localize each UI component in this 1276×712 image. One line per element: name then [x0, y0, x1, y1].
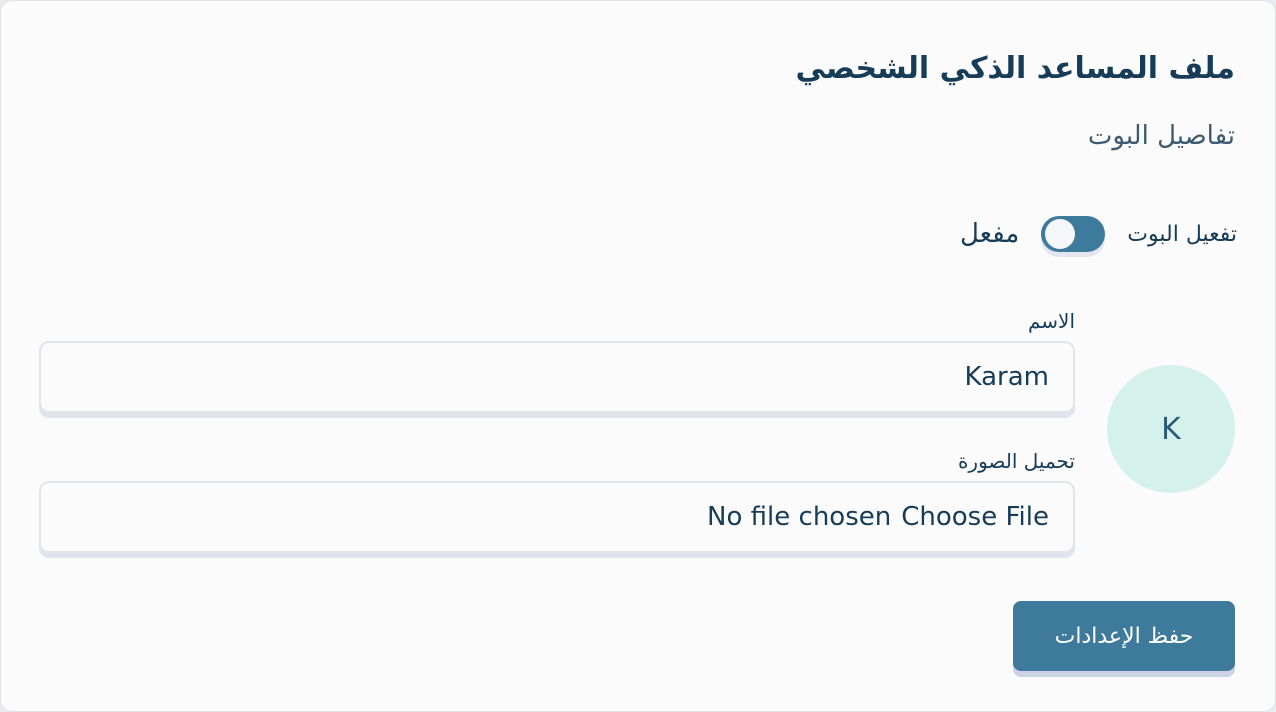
- avatar-initial: K: [1161, 411, 1181, 447]
- image-upload-label: تحميل الصورة: [957, 449, 1075, 473]
- choose-file-button[interactable]: Choose File: [901, 502, 1049, 532]
- bot-profile-card: ملف المساعد الذكي الشخصي تفاصيل البوت تف…: [0, 0, 1276, 712]
- toggle-knob: [1045, 219, 1076, 249]
- file-status: No file chosen: [707, 502, 892, 532]
- page-title: ملف المساعد الذكي الشخصي: [795, 51, 1235, 86]
- activation-status: مفعل: [959, 219, 1020, 249]
- activation-label: تفعيل البوت: [1127, 221, 1237, 247]
- avatar: K: [1107, 365, 1235, 493]
- bot-activation-toggle[interactable]: [1041, 216, 1106, 252]
- name-input[interactable]: [41, 343, 1073, 411]
- save-settings-button[interactable]: حفظ الإعدادات: [1013, 601, 1235, 671]
- image-upload-field: Choose File No file chosen: [39, 481, 1075, 553]
- name-field: [39, 341, 1075, 413]
- bot-activation-row: تفعيل البوت مفعل: [960, 211, 1237, 257]
- name-field-label: الاسم: [1027, 309, 1075, 333]
- section-subtitle: تفاصيل البوت: [1087, 121, 1235, 151]
